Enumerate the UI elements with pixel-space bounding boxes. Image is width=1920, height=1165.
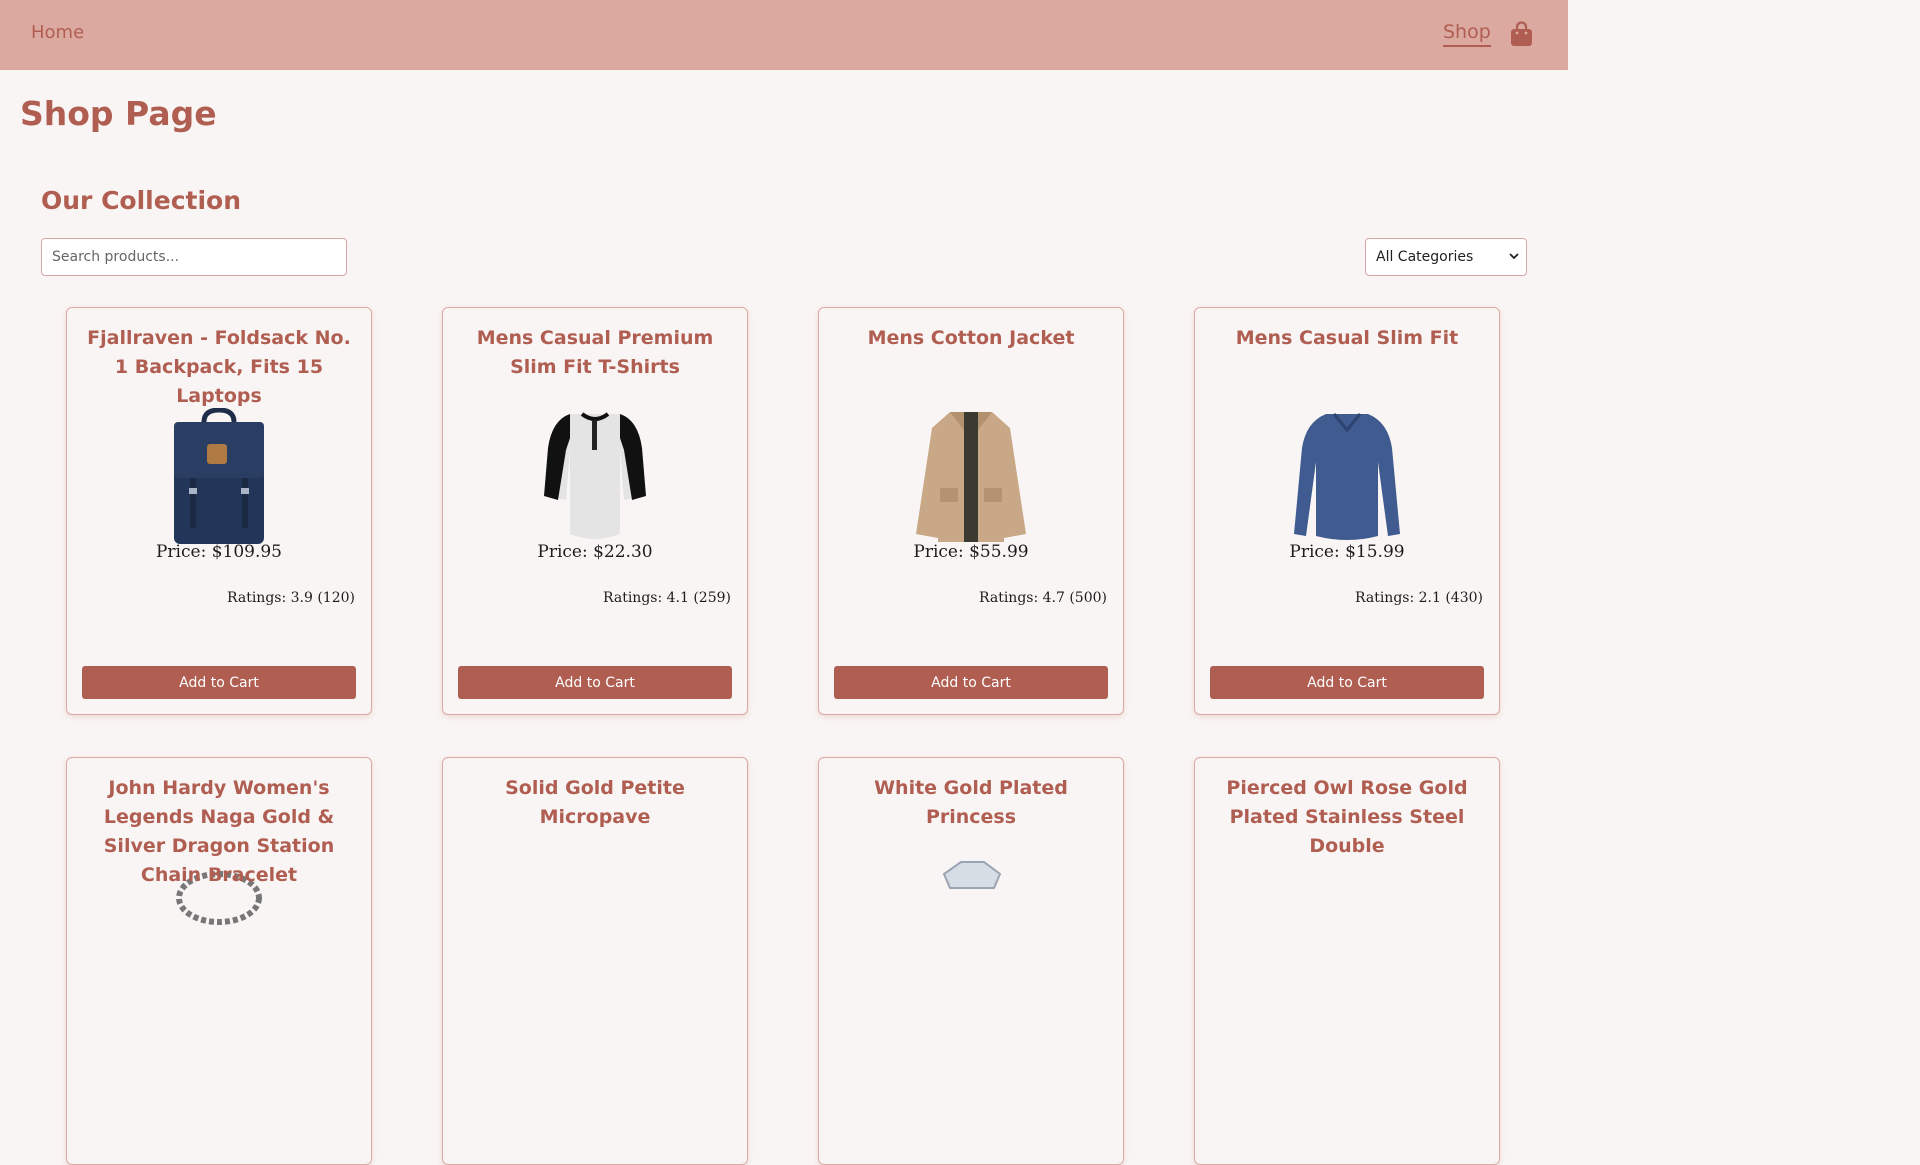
product-price: Price: $15.99 — [1289, 542, 1405, 562]
product-card: Mens Casual Premium Slim Fit T-Shirts Pr… — [442, 307, 748, 715]
long-sleeve-shirt-image — [1294, 413, 1400, 540]
product-title[interactable]: Mens Casual Slim Fit — [1209, 324, 1485, 353]
add-to-cart-button[interactable]: Add to Cart — [834, 666, 1108, 699]
nav-home-link[interactable]: Home — [31, 22, 84, 43]
nav-shop-link[interactable]: Shop — [1443, 21, 1491, 47]
product-title[interactable]: Fjallraven - Foldsack No. 1 Backpack, Fi… — [81, 324, 357, 411]
category-select[interactable]: All Categories — [1365, 238, 1527, 276]
product-card: White Gold Plated Princess — [818, 757, 1124, 1165]
product-card: John Hardy Women's Legends Naga Gold & S… — [66, 757, 372, 1165]
category-select-value: All Categories — [1376, 249, 1474, 265]
product-ratings: Ratings: 4.1 (259) — [602, 590, 731, 606]
product-card: Mens Casual Slim Fit Price: $15.99 Ratin… — [1194, 307, 1500, 715]
backpack-image — [174, 408, 264, 544]
product-card: Solid Gold Petite Micropave — [442, 757, 748, 1165]
top-navbar: Home Shop — [0, 0, 1568, 70]
product-title[interactable]: Solid Gold Petite Micropave — [457, 774, 733, 832]
product-price: Price: $55.99 — [913, 542, 1029, 562]
page-title: Shop Page — [20, 94, 217, 133]
product-ratings: Ratings: 3.9 (120) — [226, 590, 355, 606]
add-to-cart-button[interactable]: Add to Cart — [1210, 666, 1484, 699]
product-title[interactable]: Mens Cotton Jacket — [833, 324, 1109, 353]
product-ratings: Ratings: 4.7 (500) — [978, 590, 1107, 606]
product-price: Price: $109.95 — [155, 542, 282, 562]
product-card: Pierced Owl Rose Gold Plated Stainless S… — [1194, 757, 1500, 1165]
ring-image — [942, 861, 1002, 889]
chevron-down-icon — [1509, 253, 1519, 260]
add-to-cart-button[interactable]: Add to Cart — [458, 666, 732, 699]
product-title[interactable]: Mens Casual Premium Slim Fit T-Shirts — [457, 324, 733, 382]
add-to-cart-button[interactable]: Add to Cart — [82, 666, 356, 699]
product-title[interactable]: Pierced Owl Rose Gold Plated Stainless S… — [1209, 774, 1485, 861]
tshirt-image — [544, 412, 646, 539]
search-input[interactable] — [41, 238, 347, 276]
section-title: Our Collection — [41, 186, 242, 215]
shopping-bag-icon[interactable] — [1510, 21, 1533, 47]
product-price: Price: $22.30 — [537, 542, 653, 562]
jacket-image — [916, 412, 1026, 542]
product-card: Mens Cotton Jacket Price: $55.99 Ratings… — [818, 307, 1124, 715]
product-title[interactable]: John Hardy Women's Legends Naga Gold & S… — [81, 774, 357, 890]
product-card: Fjallraven - Foldsack No. 1 Backpack, Fi… — [66, 307, 372, 715]
product-title[interactable]: White Gold Plated Princess — [833, 774, 1109, 832]
product-grid: Fjallraven - Foldsack No. 1 Backpack, Fi… — [66, 307, 1502, 1165]
product-ratings: Ratings: 2.1 (430) — [1354, 590, 1483, 606]
